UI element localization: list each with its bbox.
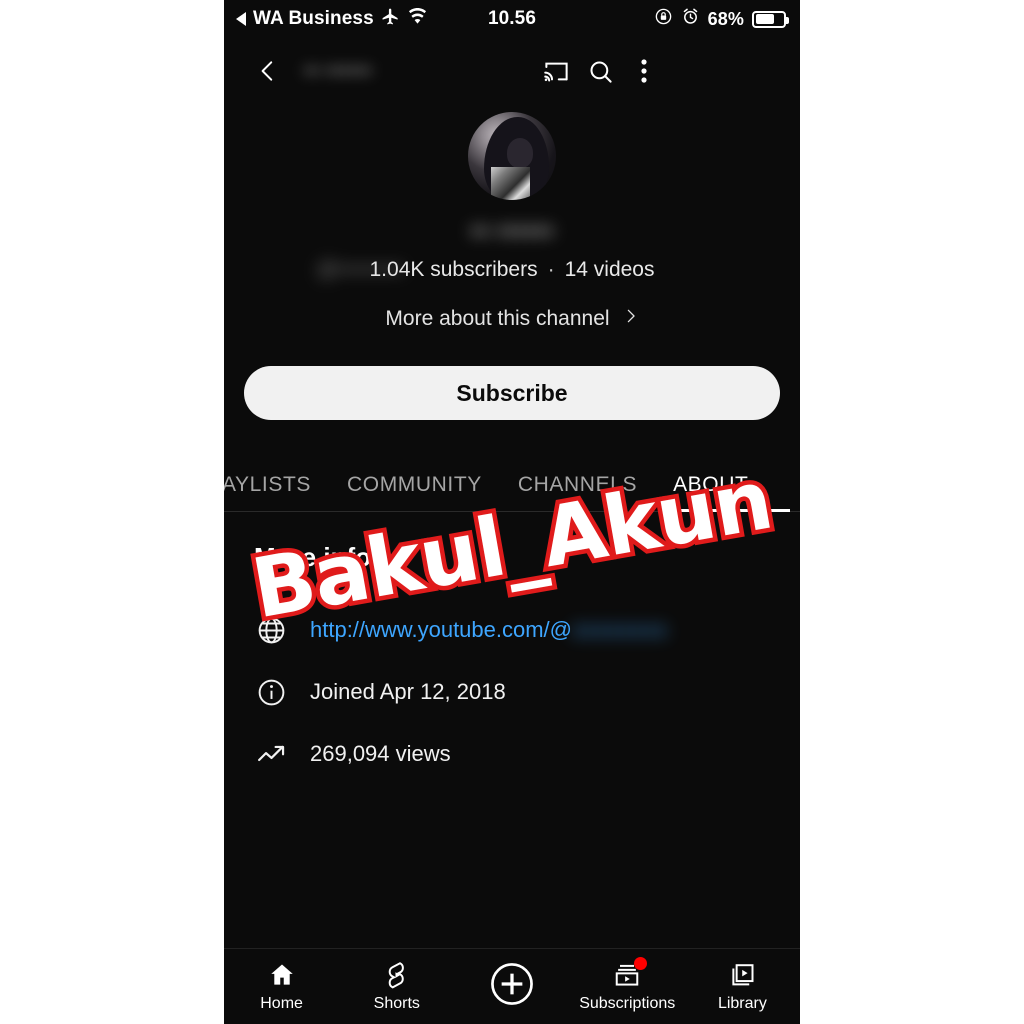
tab-about[interactable]: ABOUT — [655, 473, 791, 512]
globe-icon — [254, 613, 288, 647]
nav-item-library[interactable]: Library — [685, 960, 800, 1013]
channel-meta: @••••••••• 1.04K subscribers · 14 videos — [224, 258, 800, 282]
more-about-channel-link[interactable]: More about this channel — [224, 304, 800, 334]
nav-label-home: Home — [260, 995, 303, 1012]
status-bar-left: WA Business — [236, 7, 428, 32]
nav-item-subscriptions[interactable]: Subscriptions — [570, 957, 685, 1013]
avatar-shirt-shape — [490, 166, 530, 200]
app-bar-channel-title: •• •••••• — [304, 58, 372, 83]
create-plus-icon — [489, 961, 535, 1007]
nav-item-shorts[interactable]: Shorts — [339, 960, 454, 1013]
about-row-views: 269,094 views — [254, 723, 770, 785]
about-row-website[interactable]: http://www.youtube.com/@xxxxxxxx — [254, 599, 770, 661]
meta-separator: · — [547, 258, 555, 281]
subscriptions-icon — [610, 957, 648, 990]
airplane-icon — [381, 7, 400, 32]
channel-header: •• •••••• @••••••••• 1.04K subscribers ·… — [224, 104, 800, 334]
phone-screen: WA Business 10.56 68% •• •••••• •• •••••… — [224, 0, 800, 1024]
battery-percent-label: 68% — [707, 8, 744, 29]
nav-label-subscriptions: Subscriptions — [579, 995, 676, 1012]
back-to-app-triangle-icon[interactable] — [236, 12, 246, 26]
about-row-joined: Joined Apr 12, 2018 — [254, 661, 770, 723]
battery-icon — [752, 10, 789, 28]
search-icon[interactable] — [578, 49, 622, 93]
about-joined-text: Joined Apr 12, 2018 — [310, 679, 506, 704]
alarm-icon — [681, 7, 700, 32]
about-website-url: http://www.youtube.com/@ — [310, 617, 573, 642]
cast-icon[interactable] — [534, 49, 578, 93]
chevron-right-icon — [622, 304, 639, 334]
channel-name-row: •• •••••• — [224, 210, 800, 264]
bottom-navigation: Home Shorts Subscriptions Library — [224, 948, 800, 1024]
trending-up-icon — [254, 737, 288, 771]
tab-channels[interactable]: CHANNELS — [500, 473, 655, 511]
subscribe-row: Subscribe — [224, 334, 800, 420]
tab-community[interactable]: COMMUNITY — [329, 473, 500, 511]
nav-label-library: Library — [717, 995, 767, 1012]
screenshot-canvas: WA Business 10.56 68% •• •••••• •• •••••… — [0, 0, 1024, 1024]
about-views-text: 269,094 views — [310, 741, 451, 766]
more-about-channel-label: More about this channel — [385, 307, 610, 330]
status-bar: WA Business 10.56 68% — [224, 0, 800, 38]
channel-name: •• •••••• — [470, 216, 554, 246]
avatar[interactable] — [468, 112, 556, 200]
tab-playlists[interactable]: AYLISTS — [224, 473, 329, 511]
more-vertical-icon[interactable] — [622, 49, 666, 93]
about-heading: More info — [254, 542, 371, 572]
about-section: More info http://www.youtube.com/@xxxxxx… — [224, 512, 800, 785]
nav-item-create[interactable] — [454, 961, 569, 1012]
video-count: 14 videos — [564, 258, 655, 281]
channel-tabs: AYLISTS COMMUNITY CHANNELS ABOUT — [224, 456, 800, 512]
about-website-text: http://www.youtube.com/@xxxxxxxx — [310, 617, 668, 643]
info-circle-icon — [254, 675, 288, 709]
channel-handle: @••••••••• — [316, 258, 405, 281]
rotation-lock-icon — [654, 7, 673, 32]
avatar-face-shape — [506, 138, 534, 169]
subscriptions-badge-dot — [634, 957, 648, 970]
nav-label-shorts: Shorts — [373, 995, 420, 1012]
library-icon — [725, 960, 759, 990]
subscribe-button[interactable]: Subscribe — [244, 366, 780, 420]
status-bar-right: 68% — [654, 7, 789, 32]
app-bar: •• •••••• — [224, 38, 800, 104]
home-icon — [265, 960, 299, 990]
back-to-app-label: WA Business — [253, 8, 374, 29]
shorts-icon — [380, 960, 414, 990]
nav-item-home[interactable]: Home — [224, 960, 339, 1013]
back-chevron-icon[interactable] — [246, 49, 290, 93]
wifi-icon — [407, 7, 428, 32]
about-website-handle-blur: xxxxxxxx — [572, 617, 669, 642]
